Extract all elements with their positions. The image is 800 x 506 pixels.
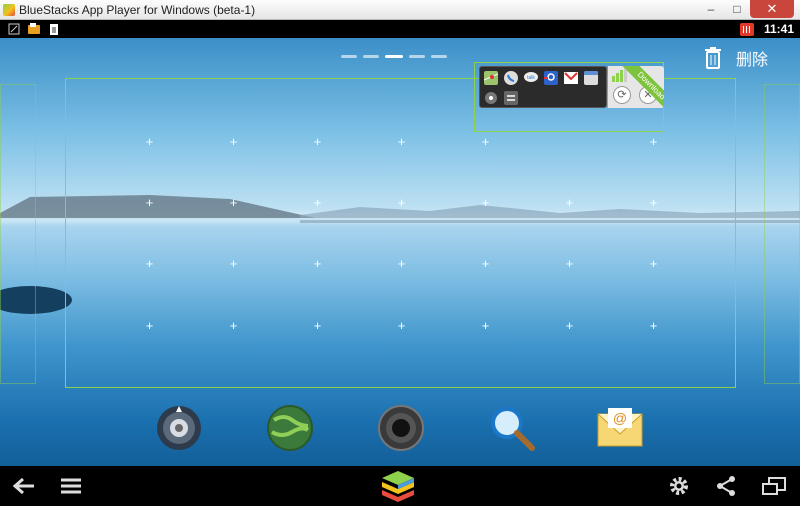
trash-icon xyxy=(705,47,721,69)
status-clock: 11:41 xyxy=(763,22,794,36)
grid-plus: + xyxy=(229,318,238,333)
gmail-icon[interactable] xyxy=(564,71,578,85)
delete-label: 删除 xyxy=(736,52,769,69)
screenshot-icon xyxy=(8,23,20,35)
grid-plus: + xyxy=(229,134,238,149)
grid-plus: + xyxy=(397,318,406,333)
grid-plus: + xyxy=(565,256,574,271)
notification-icon xyxy=(28,23,40,34)
grid-plus: + xyxy=(565,195,574,210)
window-title: BlueStacks App Player for Windows (beta-… xyxy=(19,2,256,17)
app-shortcut-widget[interactable]: talk xyxy=(479,66,607,108)
grid-plus: + xyxy=(229,195,238,210)
page-dot[interactable] xyxy=(363,55,379,58)
home-screen[interactable]: 删除 + + + + + + + + + + + + + + + + + + +… xyxy=(0,38,800,466)
svg-text:talk: talk xyxy=(527,75,535,81)
grid-plus: + xyxy=(145,256,154,271)
phone-icon[interactable] xyxy=(504,71,518,85)
grid-plus: + xyxy=(481,318,490,333)
grid-plus: + xyxy=(145,318,154,333)
app-dock: @ xyxy=(0,404,800,462)
grid-plus: + xyxy=(313,195,322,210)
grid-plus: + xyxy=(481,256,490,271)
delete-target[interactable]: 删除 xyxy=(704,46,768,70)
navigation-bar xyxy=(0,466,800,506)
maximize-button[interactable]: □ xyxy=(724,0,750,18)
equals-icon[interactable] xyxy=(504,91,518,105)
back-icon[interactable] xyxy=(10,472,38,500)
grid-plus: + xyxy=(229,256,238,271)
grid-plus: + xyxy=(313,134,322,149)
close-button[interactable]: ✕ xyxy=(750,0,794,18)
grid-plus: + xyxy=(397,134,406,149)
talk-icon[interactable]: talk xyxy=(524,71,538,85)
grid-plus: + xyxy=(649,134,658,149)
minimize-button[interactable]: – xyxy=(698,0,724,18)
camera-icon[interactable] xyxy=(377,404,425,452)
grid-plus: + xyxy=(145,195,154,210)
contacts-icon[interactable] xyxy=(544,71,558,85)
email-icon[interactable]: @ xyxy=(596,404,644,452)
grid-plus: + xyxy=(397,256,406,271)
left-page-edge[interactable] xyxy=(0,84,36,384)
globe-icon[interactable] xyxy=(266,404,314,452)
grid-plus: + xyxy=(145,134,154,149)
window-titlebar: BlueStacks App Player for Windows (beta-… xyxy=(0,0,800,20)
calendar-icon[interactable] xyxy=(584,71,598,85)
share-icon[interactable] xyxy=(714,472,738,500)
page-dot-active[interactable] xyxy=(385,55,403,58)
page-dot[interactable] xyxy=(431,55,447,58)
calendar-icon xyxy=(739,22,754,36)
settings-icon[interactable] xyxy=(484,91,498,105)
grid-plus: + xyxy=(649,195,658,210)
window-controls: – □ ✕ xyxy=(698,0,794,18)
grid-plus: + xyxy=(565,318,574,333)
bluestacks-app-icon xyxy=(3,3,15,16)
menu-icon[interactable] xyxy=(58,472,84,500)
svg-text:@: @ xyxy=(613,410,627,426)
download-label: Download xyxy=(622,66,664,108)
download-ribbon: Download xyxy=(620,66,664,108)
page-dot[interactable] xyxy=(409,55,425,58)
page-dot[interactable] xyxy=(341,55,357,58)
right-page-edge[interactable] xyxy=(764,84,800,384)
bluestacks-logo[interactable] xyxy=(380,468,416,504)
gear-icon[interactable] xyxy=(667,472,691,500)
grid-plus: + xyxy=(481,195,490,210)
window-icon[interactable] xyxy=(760,472,788,500)
grid-plus: + xyxy=(481,134,490,149)
grid-plus: + xyxy=(397,195,406,210)
compass-icon[interactable] xyxy=(155,404,203,452)
grid-plus: + xyxy=(649,318,658,333)
search-icon[interactable] xyxy=(488,404,536,452)
clipboard-icon xyxy=(50,24,58,35)
android-status-bar: 11:41 xyxy=(0,20,800,38)
maps-icon[interactable] xyxy=(484,71,498,85)
grid-plus: + xyxy=(649,256,658,271)
grid-plus: + xyxy=(313,256,322,271)
page-indicator xyxy=(341,55,447,58)
grid-plus: + xyxy=(313,318,322,333)
